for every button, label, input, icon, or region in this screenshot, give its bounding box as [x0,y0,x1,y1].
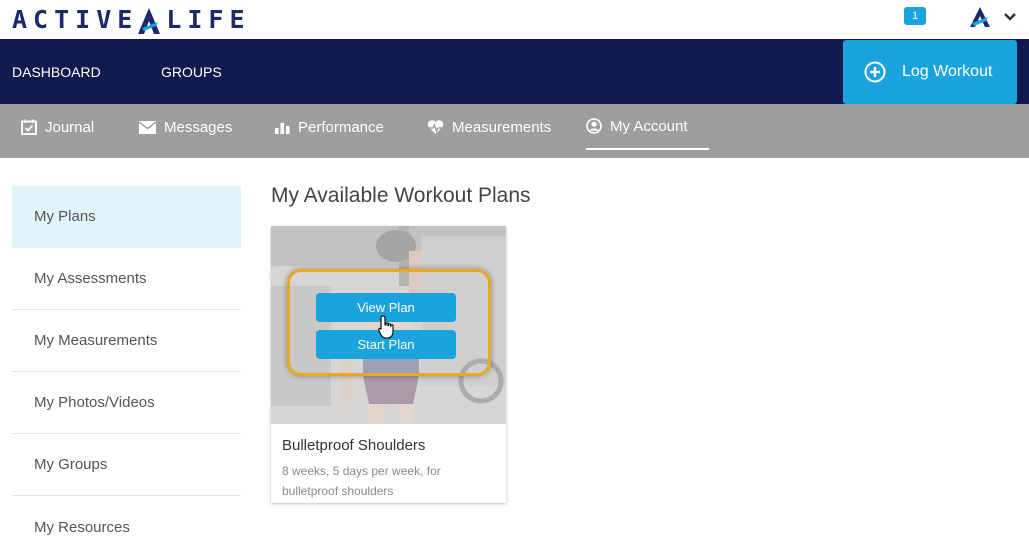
envelope-icon [139,120,156,134]
sidebar-item-my-assessments[interactable]: My Assessments [12,248,241,310]
bar-chart-icon [275,122,290,134]
account-sidebar: My Plans My Assessments My Measurements … [12,186,241,558]
app-logo[interactable]: ACTIVE LIFE [12,4,251,34]
tab-measurements[interactable]: Measurements [427,104,551,150]
page-title: My Available Workout Plans [271,184,531,207]
tab-performance[interactable]: Performance [275,104,384,150]
sub-nav: Journal Messages Performance Measurement… [0,104,1029,158]
tab-messages-label: Messages [164,118,233,136]
nav-groups[interactable]: GROUPS [161,64,222,80]
plan-image: View Plan Start Plan [271,226,506,424]
tab-messages[interactable]: Messages [139,104,232,150]
chevron-down-icon [1004,13,1016,21]
plan-description: 8 weeks, 5 days per week, for bulletproo… [282,464,441,498]
avatar-logo-icon [970,7,990,27]
logo-text-right: LIFE [166,4,251,34]
profile-menu[interactable] [969,5,1019,29]
plus-circle-icon [864,61,886,83]
calendar-check-icon [21,119,37,135]
sidebar-item-my-groups[interactable]: My Groups [12,434,241,496]
heartbeat-icon [427,119,444,134]
log-workout-button[interactable]: Log Workout [843,40,1017,104]
plan-card: View Plan Start Plan Bulletproof Shoulde… [271,226,506,503]
logo-mark-icon [138,8,161,34]
user-circle-icon [586,118,602,134]
tab-measurements-label: Measurements [452,118,552,136]
tab-journal-label: Journal [45,118,95,136]
top-bar: ACTIVE LIFE 1 [0,0,1029,39]
sidebar-item-my-photos-videos[interactable]: My Photos/Videos [12,372,241,434]
hand-cursor-icon [378,315,394,339]
plan-title[interactable]: Bulletproof Shoulders [282,437,425,454]
tab-journal[interactable]: Journal [21,104,94,150]
sidebar-item-my-plans[interactable]: My Plans [12,186,241,248]
sidebar-item-my-resources[interactable]: My Resources [12,496,241,558]
nav-dashboard[interactable]: DASHBOARD [12,64,101,80]
notification-badge[interactable]: 1 [904,7,926,25]
tab-performance-label: Performance [298,118,384,136]
tab-my-account[interactable]: My Account [586,104,709,150]
logo-text-left: ACTIVE [12,4,139,34]
tab-my-account-label: My Account [610,117,688,135]
log-workout-label: Log Workout [902,63,993,80]
sidebar-item-my-measurements[interactable]: My Measurements [12,310,241,372]
